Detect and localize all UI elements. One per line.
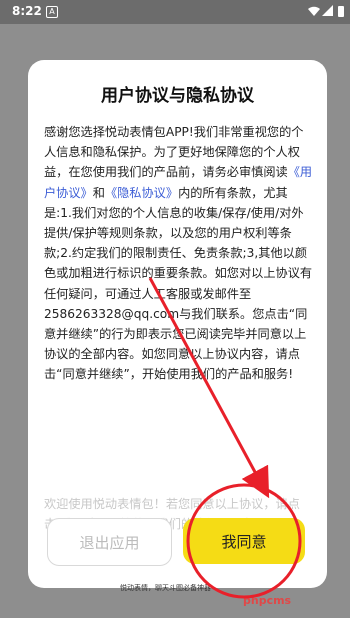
agree-button[interactable]: 我同意	[183, 518, 305, 564]
agreement-body-part2: 内的所有条款，尤其是:1.我们对您的个人信息的收集/保存/使用/对外提供/保护等…	[44, 185, 313, 382]
bottom-caption: 悦动表情，聊天斗图必备神器	[120, 584, 211, 592]
agreement-body-part1: 感谢您选择悦动表情包APP!我们非常重视您的个人信息和隐私保护。为了更好地保障您…	[44, 125, 304, 180]
wifi-icon	[308, 5, 320, 20]
agreement-and-text: 和	[92, 185, 105, 200]
agreement-dialog: 用户协议与隐私协议 感谢您选择悦动表情包APP!我们非常重视您的个人信息和隐私保…	[28, 60, 327, 588]
watermark: phpcms	[243, 594, 292, 607]
exit-app-button[interactable]: 退出应用	[47, 518, 172, 566]
status-bar: 8:22 A	[0, 0, 350, 24]
signal-icon	[322, 5, 333, 20]
battery-icon	[338, 6, 344, 17]
privacy-agreement-link[interactable]: 《隐私协议》	[105, 186, 178, 200]
status-time: 8:22	[12, 4, 42, 18]
notification-icon: A	[46, 6, 58, 18]
dialog-title: 用户协议与隐私协议	[101, 86, 254, 106]
agreement-body: 感谢您选择悦动表情包APP!我们非常重视您的个人信息和隐私保护。为了更好地保障您…	[44, 122, 314, 385]
